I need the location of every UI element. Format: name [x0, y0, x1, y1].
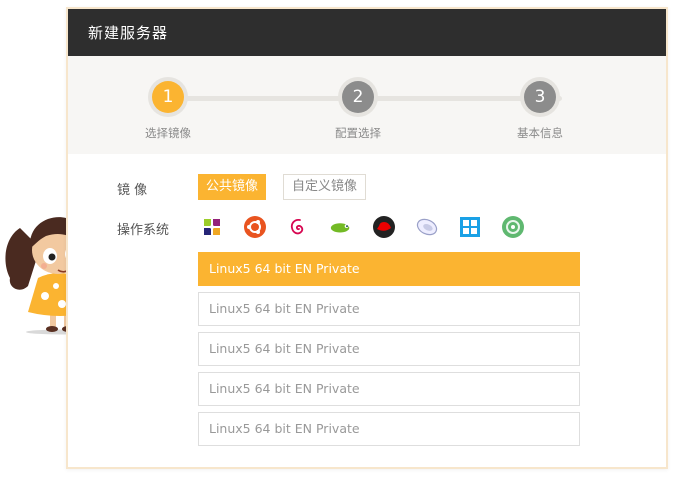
- step-3-ring: 3: [520, 77, 560, 117]
- step-2-number: 2: [342, 81, 374, 113]
- image-item-1[interactable]: Linux5 64 bit EN Private: [198, 252, 580, 286]
- redhat-icon[interactable]: [372, 215, 396, 239]
- image-item-5[interactable]: Linux5 64 bit EN Private: [198, 412, 580, 446]
- image-item-2[interactable]: Linux5 64 bit EN Private: [198, 292, 580, 326]
- step-1[interactable]: 1 选择镜像: [108, 77, 228, 141]
- gentoo-icon[interactable]: [501, 215, 525, 239]
- image-type-label: 镜 像: [117, 183, 148, 198]
- step-1-label: 选择镜像: [145, 126, 191, 140]
- step-2-label: 配置选择: [335, 126, 381, 140]
- image-item-3[interactable]: Linux5 64 bit EN Private: [198, 332, 580, 366]
- image-item-4[interactable]: Linux5 64 bit EN Private: [198, 372, 580, 406]
- image-type-toggle: 公共镜像 自定义镜像: [198, 174, 367, 200]
- public-image-button[interactable]: 公共镜像: [198, 174, 267, 200]
- custom-image-button[interactable]: 自定义镜像: [283, 174, 367, 200]
- ubuntu-icon[interactable]: [243, 215, 267, 239]
- dialog-title: 新建服务器: [88, 24, 169, 42]
- os-label: 操作系统: [117, 223, 170, 238]
- step-3[interactable]: 3 基本信息: [480, 77, 600, 141]
- os-icon-list: [200, 215, 525, 239]
- dialog-header: 新建服务器: [68, 9, 666, 56]
- step-1-number: 1: [152, 81, 184, 113]
- step-1-ring: 1: [148, 77, 188, 117]
- image-selection-form: 镜 像 公共镜像 自定义镜像 操作系统 Linux5 64 bit EN Pri…: [68, 154, 666, 446]
- windows-icon[interactable]: [458, 215, 482, 239]
- centos-icon[interactable]: [200, 215, 224, 239]
- step-2[interactable]: 2 配置选择: [298, 77, 418, 141]
- opensuse-icon[interactable]: [329, 215, 353, 239]
- new-server-dialog: 新建服务器 1 选择镜像 2 配置选择 3 基本信息 镜 像 公共镜像 自定义镜…: [66, 7, 668, 469]
- fedora-icon[interactable]: [415, 215, 439, 239]
- debian-icon[interactable]: [286, 215, 310, 239]
- step-progress: 1 选择镜像 2 配置选择 3 基本信息: [68, 56, 666, 154]
- step-3-label: 基本信息: [517, 126, 563, 140]
- image-list: Linux5 64 bit EN Private Linux5 64 bit E…: [198, 252, 580, 452]
- step-3-number: 3: [524, 81, 556, 113]
- step-2-ring: 2: [338, 77, 378, 117]
